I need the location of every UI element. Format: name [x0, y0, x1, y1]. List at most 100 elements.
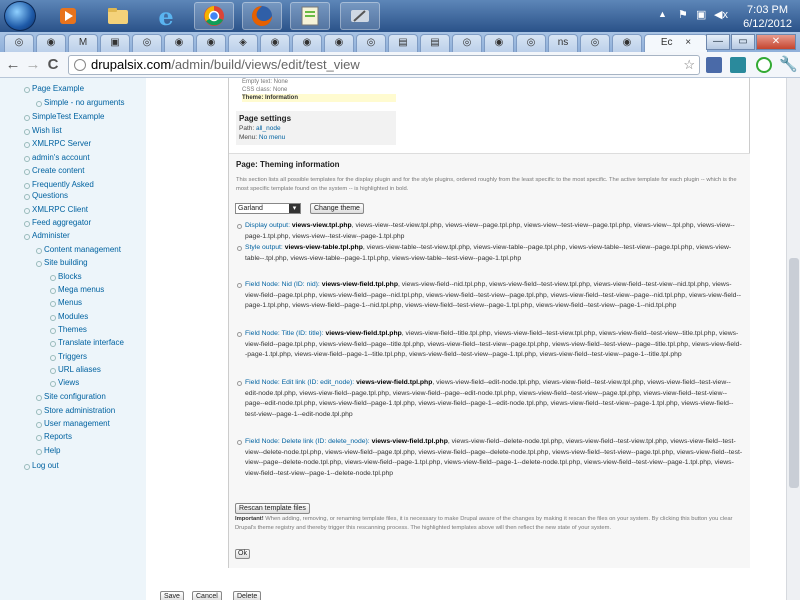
- sidebar-item-site-configuration[interactable]: Site configuration: [36, 392, 106, 401]
- vertical-scrollbar[interactable]: [786, 78, 800, 600]
- rescan-template-files-button[interactable]: Rescan template files: [235, 503, 310, 514]
- extension-icon[interactable]: [730, 57, 746, 73]
- sidebar-item-wishlist[interactable]: Wish list: [24, 126, 62, 135]
- sidebar-item-triggers[interactable]: Triggers: [49, 352, 87, 361]
- maximize-button[interactable]: ▭: [731, 34, 755, 50]
- sidebar-item-url-aliases[interactable]: URL aliases: [50, 365, 101, 374]
- sidebar-item-simpletest[interactable]: SimpleTest Example: [23, 112, 104, 121]
- sidebar-item-page-example[interactable]: Page Example: [23, 84, 84, 93]
- path-link[interactable]: all_node: [256, 125, 281, 132]
- field-edit-link-link[interactable]: Field Node: Edit link (ID: edit_node):: [245, 379, 354, 386]
- browser-tab[interactable]: ◉: [484, 34, 514, 52]
- css-class-line[interactable]: CSS class: None: [242, 86, 396, 94]
- browser-tab[interactable]: ◉: [164, 34, 194, 52]
- delete-button[interactable]: Delete: [233, 591, 262, 600]
- wrench-menu-icon[interactable]: 🔧: [779, 55, 798, 73]
- action-center-flag-icon[interactable]: ⚑: [678, 8, 688, 21]
- sidebar-item-modules[interactable]: Modules: [49, 312, 88, 321]
- style-output-link[interactable]: Style output:: [245, 244, 283, 251]
- browser-tab[interactable]: ns: [548, 34, 578, 52]
- ok-button[interactable]: Ok: [235, 549, 250, 559]
- theme-select[interactable]: Garland: [235, 203, 301, 214]
- firefox-icon[interactable]: [242, 2, 282, 30]
- reload-button[interactable]: C: [44, 56, 62, 73]
- tools-app-icon[interactable]: [340, 2, 380, 30]
- sidebar-item-menus[interactable]: Menus: [49, 298, 82, 307]
- browser-tab[interactable]: ◉: [196, 34, 226, 52]
- sidebar-item-mega-menus[interactable]: Mega menus: [49, 285, 104, 294]
- active-browser-tab[interactable]: Ec ×: [644, 34, 708, 52]
- change-theme-button[interactable]: Change theme: [310, 203, 364, 214]
- browser-tab[interactable]: M: [68, 34, 98, 52]
- sidebar-item-views[interactable]: Views: [49, 378, 79, 387]
- extension-icon[interactable]: [706, 57, 722, 73]
- browser-tab[interactable]: ◎: [4, 34, 34, 52]
- field-title-link[interactable]: Field Node: Title (ID: title):: [245, 330, 324, 337]
- browser-tab[interactable]: ▣: [100, 34, 130, 52]
- template-item-edit-link: Field Node: Edit link (ID: edit_node): v…: [237, 378, 743, 420]
- browser-tab[interactable]: ◉: [36, 34, 66, 52]
- sidebar-item-simple[interactable]: Simple - no arguments: [35, 98, 124, 107]
- sidebar-item-content-management[interactable]: Content management: [36, 245, 121, 254]
- sidebar-item-account[interactable]: admin's account: [24, 153, 90, 162]
- sidebar-item-faq[interactable]: Frequently Asked: [24, 180, 94, 189]
- internet-explorer-icon[interactable]: e: [146, 2, 186, 31]
- browser-tab[interactable]: ◎: [452, 34, 482, 52]
- address-bar[interactable]: drupalsix.com/admin/build/views/edit/tes…: [68, 55, 700, 75]
- scrollbar-thumb[interactable]: [789, 258, 799, 488]
- extension-icon[interactable]: [756, 57, 772, 73]
- important-label: Important!: [235, 516, 264, 522]
- browser-tab[interactable]: ▤: [420, 34, 450, 52]
- windows-start-button[interactable]: [4, 1, 36, 31]
- display-output-link[interactable]: Display output:: [245, 222, 290, 229]
- folder-icon[interactable]: [98, 2, 138, 30]
- sidebar-item-translate-interface[interactable]: Translate interface: [50, 338, 124, 347]
- show-hidden-icons-icon[interactable]: ▲: [658, 9, 667, 19]
- system-clock[interactable]: 7:03 PM 6/12/2012: [743, 3, 792, 31]
- menu-link[interactable]: No menu: [259, 134, 285, 141]
- cancel-button[interactable]: Cancel: [192, 591, 222, 600]
- browser-tab[interactable]: ◉: [260, 34, 290, 52]
- sidebar-item-reports[interactable]: Reports: [35, 432, 72, 441]
- notepad-app-icon[interactable]: [290, 2, 330, 30]
- sidebar-item-administer[interactable]: Administer: [24, 231, 70, 240]
- field-nid-link[interactable]: Field Node: Nid (ID: nid):: [245, 281, 320, 288]
- close-window-button[interactable]: ✕: [756, 34, 796, 50]
- sidebar-item-create-content[interactable]: Create content: [23, 166, 84, 175]
- media-player-icon[interactable]: [48, 2, 88, 30]
- browser-tab[interactable]: ◎: [356, 34, 386, 52]
- navigation-sidebar: Page Example Simple - no arguments Simpl…: [0, 78, 146, 600]
- sidebar-item-themes[interactable]: Themes: [50, 325, 87, 334]
- chrome-icon[interactable]: [194, 2, 234, 30]
- browser-tab[interactable]: ◎: [516, 34, 546, 52]
- sidebar-item-logout[interactable]: Log out: [24, 461, 59, 470]
- back-button[interactable]: ←: [4, 56, 22, 73]
- browser-tab[interactable]: ◉: [292, 34, 322, 52]
- browser-tab[interactable]: ◈: [228, 34, 258, 52]
- forward-button[interactable]: →: [24, 56, 42, 73]
- browser-tab[interactable]: ◎: [132, 34, 162, 52]
- browser-tab-strip: ◎ ◉ M ▣ ◎ ◉ ◉ ◈ ◉ ◉ ◉ ◎ ▤ ▤ ◎ ◉ ◎ ns ◎ ◉…: [0, 32, 800, 52]
- theme-information-link[interactable]: Theme: Information: [242, 94, 396, 102]
- sidebar-item-store-administration[interactable]: Store administration: [35, 406, 115, 415]
- close-tab-icon[interactable]: ×: [685, 37, 691, 48]
- volume-muted-icon[interactable]: ◀x: [714, 8, 728, 21]
- sidebar-item-site-building[interactable]: Site building: [36, 258, 88, 267]
- browser-tab[interactable]: ◉: [612, 34, 642, 52]
- empty-text-line[interactable]: Empty text: None: [242, 78, 396, 86]
- sidebar-item-feed-aggregator[interactable]: Feed aggregator: [23, 218, 91, 227]
- sidebar-item-xmlrpc-server[interactable]: XMLRPC Server: [23, 139, 91, 148]
- field-delete-link-link[interactable]: Field Node: Delete link (ID: delete_node…: [245, 438, 370, 445]
- sidebar-item-xmlrpc-client[interactable]: XMLRPC Client: [23, 205, 88, 214]
- bookmark-star-icon[interactable]: ☆: [683, 56, 695, 74]
- sidebar-item-help[interactable]: Help: [35, 446, 60, 455]
- network-icon[interactable]: ▣: [696, 8, 706, 21]
- save-button[interactable]: Save: [160, 591, 184, 600]
- sidebar-item-faq-cont[interactable]: Questions: [23, 191, 68, 200]
- browser-tab[interactable]: ◉: [324, 34, 354, 52]
- minimize-button[interactable]: —: [706, 34, 730, 50]
- sidebar-item-blocks[interactable]: Blocks: [50, 272, 82, 281]
- browser-tab[interactable]: ◎: [580, 34, 610, 52]
- sidebar-item-user-management[interactable]: User management: [36, 419, 110, 428]
- browser-tab[interactable]: ▤: [388, 34, 418, 52]
